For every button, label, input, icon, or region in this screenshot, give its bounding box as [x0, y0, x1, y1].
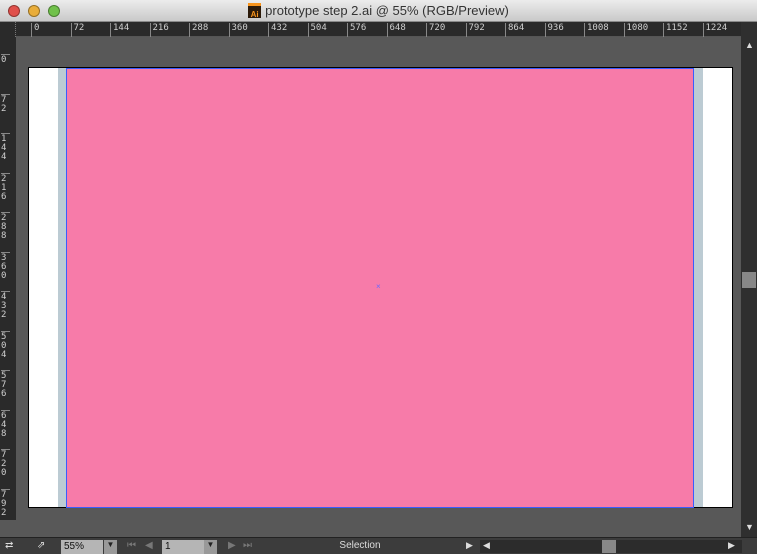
- first-page-icon[interactable]: ⏮: [127, 540, 136, 554]
- last-page-icon[interactable]: ⏭: [243, 540, 252, 554]
- ruler-tick-label: 288: [189, 23, 208, 37]
- ruler-tick-label: 1152: [663, 23, 688, 37]
- status-bar: ⇄ ⇗ 55% ▼ ⏮ ◀ 1 ▼ ▶ ⏭ Selection ▶ ◀ ▶: [0, 537, 757, 554]
- ruler-tick-label: 432: [1, 291, 10, 320]
- ruler-tick-label: 864: [505, 23, 524, 37]
- artboard-navigation-icon[interactable]: ⇄: [5, 540, 13, 554]
- ruler-tick-label: 648: [1, 409, 10, 439]
- ruler-tick-label: 576: [1, 370, 10, 399]
- ruler-tick-label: 216: [1, 172, 10, 202]
- window-title: Ai prototype step 2.ai @ 55% (RGB/Preview…: [0, 3, 757, 19]
- scroll-down-icon[interactable]: ▼: [745, 522, 754, 532]
- ruler-tick-label: 360: [228, 23, 248, 37]
- ruler-tick-label: 1224: [702, 23, 727, 37]
- scroll-thumb[interactable]: [742, 272, 756, 288]
- ruler-tick-label: 72: [1, 93, 10, 114]
- ruler-tick-label: 0: [1, 54, 10, 65]
- scroll-up-icon[interactable]: ▲: [745, 40, 754, 50]
- ruler-tick-label: 504: [307, 23, 327, 37]
- previous-page-icon[interactable]: ◀: [145, 540, 153, 554]
- artboard[interactable]: ×: [28, 67, 733, 508]
- ruler-tick-label: 0: [31, 23, 39, 37]
- ruler-tick-label: 360: [1, 251, 10, 281]
- ruler-tick-label: 720: [426, 23, 445, 37]
- title-bar: Ai prototype step 2.ai @ 55% (RGB/Preview…: [0, 0, 757, 22]
- ruler-tick-label: 720: [1, 449, 10, 478]
- ruler-tick-label: 792: [1, 488, 10, 518]
- ruler-tick-label: 72: [70, 23, 84, 37]
- page-dropdown-icon[interactable]: ▼: [204, 540, 217, 554]
- current-tool-label[interactable]: Selection: [260, 540, 460, 554]
- ruler-tick-label: 936: [544, 23, 564, 37]
- ruler-tick-label: 648: [386, 23, 406, 37]
- zoom-field[interactable]: 55%: [61, 540, 103, 554]
- status-menu-icon[interactable]: ▶: [466, 540, 473, 554]
- ruler-tick-label: 792: [465, 23, 485, 37]
- next-page-icon[interactable]: ▶: [228, 540, 236, 554]
- ruler-tick-label: 144: [1, 133, 10, 162]
- ruler-origin[interactable]: [0, 22, 16, 37]
- horizontal-scrollbar[interactable]: ◀ ▶: [480, 540, 742, 553]
- horizontal-scroll-thumb[interactable]: [602, 540, 616, 553]
- window-title-text: prototype step 2.ai @ 55% (RGB/Preview): [265, 3, 509, 18]
- vertical-ruler[interactable]: 0 72 144 216 288 360 432 504 576 648 720 792: [0, 37, 16, 520]
- ruler-tick-label: 1080: [623, 23, 648, 37]
- scroll-right-icon[interactable]: ▶: [728, 540, 735, 551]
- vertical-scrollbar[interactable]: ▲ ▼: [741, 22, 757, 537]
- center-point-icon: ×: [376, 282, 381, 291]
- scroll-left-icon[interactable]: ◀: [483, 540, 490, 551]
- ruler-tick-label: 504: [1, 330, 10, 360]
- ruler-tick-label: 432: [268, 23, 287, 37]
- horizontal-ruler[interactable]: 0 72 144 216 288 360 432 504 576 648 720 792 864 936 1…: [16, 22, 741, 37]
- share-icon[interactable]: ⇗: [37, 540, 45, 554]
- zoom-dropdown-icon[interactable]: ▼: [104, 540, 117, 554]
- ruler-tick-label: 1008: [584, 23, 609, 37]
- ruler-tick-label: 288: [1, 212, 10, 241]
- illustrator-file-icon: Ai: [248, 3, 262, 19]
- ruler-tick-label: 144: [110, 23, 129, 37]
- page-field[interactable]: 1: [162, 540, 204, 554]
- ruler-tick-label: 216: [149, 23, 169, 37]
- ruler-tick-label: 576: [347, 23, 366, 37]
